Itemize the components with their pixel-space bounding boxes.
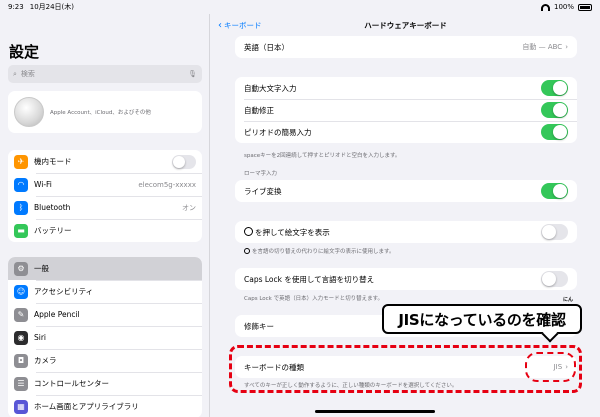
account-card[interactable]: Apple Account、iCloud、およびその他 — [8, 91, 202, 133]
airplane-toggle[interactable] — [172, 154, 196, 169]
language-card: 英語（日本） 自動 — ABC › — [235, 36, 577, 58]
input-options-card: 自動大文字入力 自動修正 ピリオドの簡易入力 — [235, 77, 577, 143]
wifi-network-name: elecom5g-xxxxx — [138, 180, 196, 189]
sidebar-item-label: 一般 — [34, 264, 49, 273]
control-center-icon: ☰ — [14, 376, 28, 391]
nav-bar: ‹ キーボード ハードウェアキーボード — [211, 14, 600, 36]
sidebar-item-home-screen[interactable]: ▦ ホーム画面とアプリライブラリ — [8, 395, 202, 417]
live-convert-card: ライブ変換 — [235, 180, 577, 202]
auto-correct-label: 自動修正 — [244, 105, 274, 115]
sidebar-item-siri[interactable]: ◉ Siri — [8, 326, 202, 349]
sidebar-item-label: アクセシビリティ — [34, 287, 94, 296]
microphone-icon[interactable]: 🎙︎ — [188, 70, 197, 78]
sidebar-group-general: ⚙ 一般 ☺ アクセシビリティ ✎ Apple Pencil ◉ Siri ◘ … — [8, 257, 202, 417]
status-time: 9:23 — [8, 3, 24, 11]
pencil-icon: ✎ — [14, 307, 28, 322]
sidebar-group-connectivity: ✈ 機内モード ◠ Wi-Fi elecom5g-xxxxx ᛒ Bluetoo… — [8, 150, 202, 242]
back-label: キーボード — [224, 20, 262, 30]
language-row[interactable]: 英語（日本） 自動 — ABC › — [235, 36, 577, 58]
capslock-note: Caps Lock で英語（日本）入力モードと切り替えます。 — [244, 296, 384, 302]
capslock-row: Caps Lock を使用して言語を切り替え — [235, 268, 577, 290]
sidebar-item-airplane[interactable]: ✈ 機内モード — [8, 150, 202, 173]
sidebar-item-accessibility[interactable]: ☺ アクセシビリティ — [8, 280, 202, 303]
romaji-section-header: ローマ字入力 — [244, 171, 278, 177]
sidebar-item-label: Bluetooth — [34, 203, 71, 212]
sidebar-item-label: 機内モード — [34, 157, 72, 166]
language-label: 英語（日本） — [244, 42, 289, 52]
capslock-label: Caps Lock を使用して言語を切り替え — [244, 274, 375, 284]
capslock-toggle[interactable] — [541, 271, 568, 287]
emoji-note: を言語の切り替えの代わりに絵文字の表示に使用します。 — [244, 247, 394, 255]
sidebar-item-apple-pencil[interactable]: ✎ Apple Pencil — [8, 303, 202, 326]
status-bar: 9:23 10月24日(木) 100% — [0, 0, 600, 14]
sidebar-item-label: バッテリー — [34, 226, 72, 235]
chevron-left-icon: ‹ — [218, 19, 222, 31]
sidebar-item-camera[interactable]: ◘ カメラ — [8, 349, 202, 372]
battery-icon — [578, 3, 592, 11]
live-convert-toggle[interactable] — [541, 183, 568, 199]
home-screen-icon: ▦ — [14, 399, 28, 414]
auto-correct-toggle[interactable] — [541, 102, 568, 118]
battery-icon: ▬ — [14, 223, 28, 238]
camera-icon: ◘ — [14, 353, 28, 368]
live-convert-row: ライブ変換 — [235, 180, 577, 202]
callout-label: JISになっているのを確認 — [382, 304, 582, 343]
auto-correct-row: 自動修正 — [235, 99, 577, 121]
bluetooth-icon: ᛒ — [14, 200, 28, 215]
search-field[interactable]: ⌕ 検索 🎙︎ — [8, 65, 202, 83]
auto-capitalize-toggle[interactable] — [541, 80, 568, 96]
sidebar-item-bluetooth[interactable]: ᛒ Bluetooth オン — [8, 196, 202, 219]
callout-ruby: にん — [563, 297, 574, 303]
callout-text: JISになっているのを確認 — [398, 310, 566, 329]
account-subtitle: Apple Account、iCloud、およびその他 — [50, 110, 151, 116]
emoji-card: を押して絵文字を表示 — [235, 221, 577, 243]
sidebar-item-label: コントロールセンター — [34, 379, 109, 388]
search-icon: ⌕ — [13, 69, 17, 78]
modifier-keys-label: 修飾キー — [244, 321, 274, 331]
sidebar-item-general[interactable]: ⚙ 一般 — [8, 257, 202, 280]
back-button[interactable]: ‹ キーボード — [218, 20, 262, 31]
period-note: spaceキーを2回連続して押すとピリオドと空白を入力します。 — [244, 153, 401, 159]
chevron-right-icon: › — [565, 43, 568, 51]
accessibility-icon: ☺ — [14, 284, 28, 299]
status-date: 10月24日(木) — [29, 3, 75, 11]
sidebar: 設定 ⌕ 検索 🎙︎ Apple Account、iCloud、およびその他 ✈… — [0, 14, 210, 417]
sidebar-item-label: Wi-Fi — [34, 180, 52, 189]
language-value: 自動 — ABC — [522, 43, 563, 51]
emoji-note-text: を言語の切り替えの代わりに絵文字の表示に使用します。 — [252, 249, 395, 255]
page-title: ハードウェアキーボード — [364, 20, 447, 30]
emoji-toggle[interactable] — [541, 224, 568, 240]
globe-icon — [244, 226, 253, 236]
sidebar-item-label: カメラ — [34, 356, 57, 365]
sidebar-item-battery[interactable]: ▬ バッテリー — [8, 219, 202, 242]
period-shortcut-label: ピリオドの簡易入力 — [244, 127, 312, 137]
emoji-label: を押して絵文字を表示 — [255, 227, 330, 237]
sidebar-item-label: Siri — [34, 333, 47, 342]
avatar — [14, 97, 44, 127]
capslock-card: Caps Lock を使用して言語を切り替え — [235, 268, 577, 290]
emoji-row: を押して絵文字を表示 — [235, 221, 577, 243]
sidebar-item-wifi[interactable]: ◠ Wi-Fi elecom5g-xxxxx — [8, 173, 202, 196]
sidebar-item-label: Apple Pencil — [34, 310, 80, 319]
wifi-icon: ◠ — [14, 177, 28, 192]
battery-percent: 100% — [553, 3, 574, 11]
siri-icon: ◉ — [14, 330, 28, 345]
sidebar-item-label: ホーム画面とアプリライブラリ — [34, 402, 139, 411]
sidebar-title: 設定 — [9, 43, 40, 61]
period-shortcut-toggle[interactable] — [541, 124, 568, 140]
highlight-jis-value — [525, 352, 576, 382]
auto-capitalize-label: 自動大文字入力 — [244, 83, 297, 93]
period-shortcut-row: ピリオドの簡易入力 — [235, 121, 577, 143]
gear-icon: ⚙ — [14, 261, 28, 276]
home-indicator — [315, 410, 435, 413]
auto-capitalize-row: 自動大文字入力 — [235, 77, 577, 99]
globe-icon — [244, 248, 250, 254]
live-convert-label: ライブ変換 — [244, 186, 282, 196]
wifi-icon — [540, 3, 550, 11]
bluetooth-status: オン — [182, 203, 196, 212]
sidebar-item-control-center[interactable]: ☰ コントロールセンター — [8, 372, 202, 395]
search-placeholder: 検索 — [20, 70, 35, 78]
airplane-icon: ✈ — [14, 154, 28, 169]
